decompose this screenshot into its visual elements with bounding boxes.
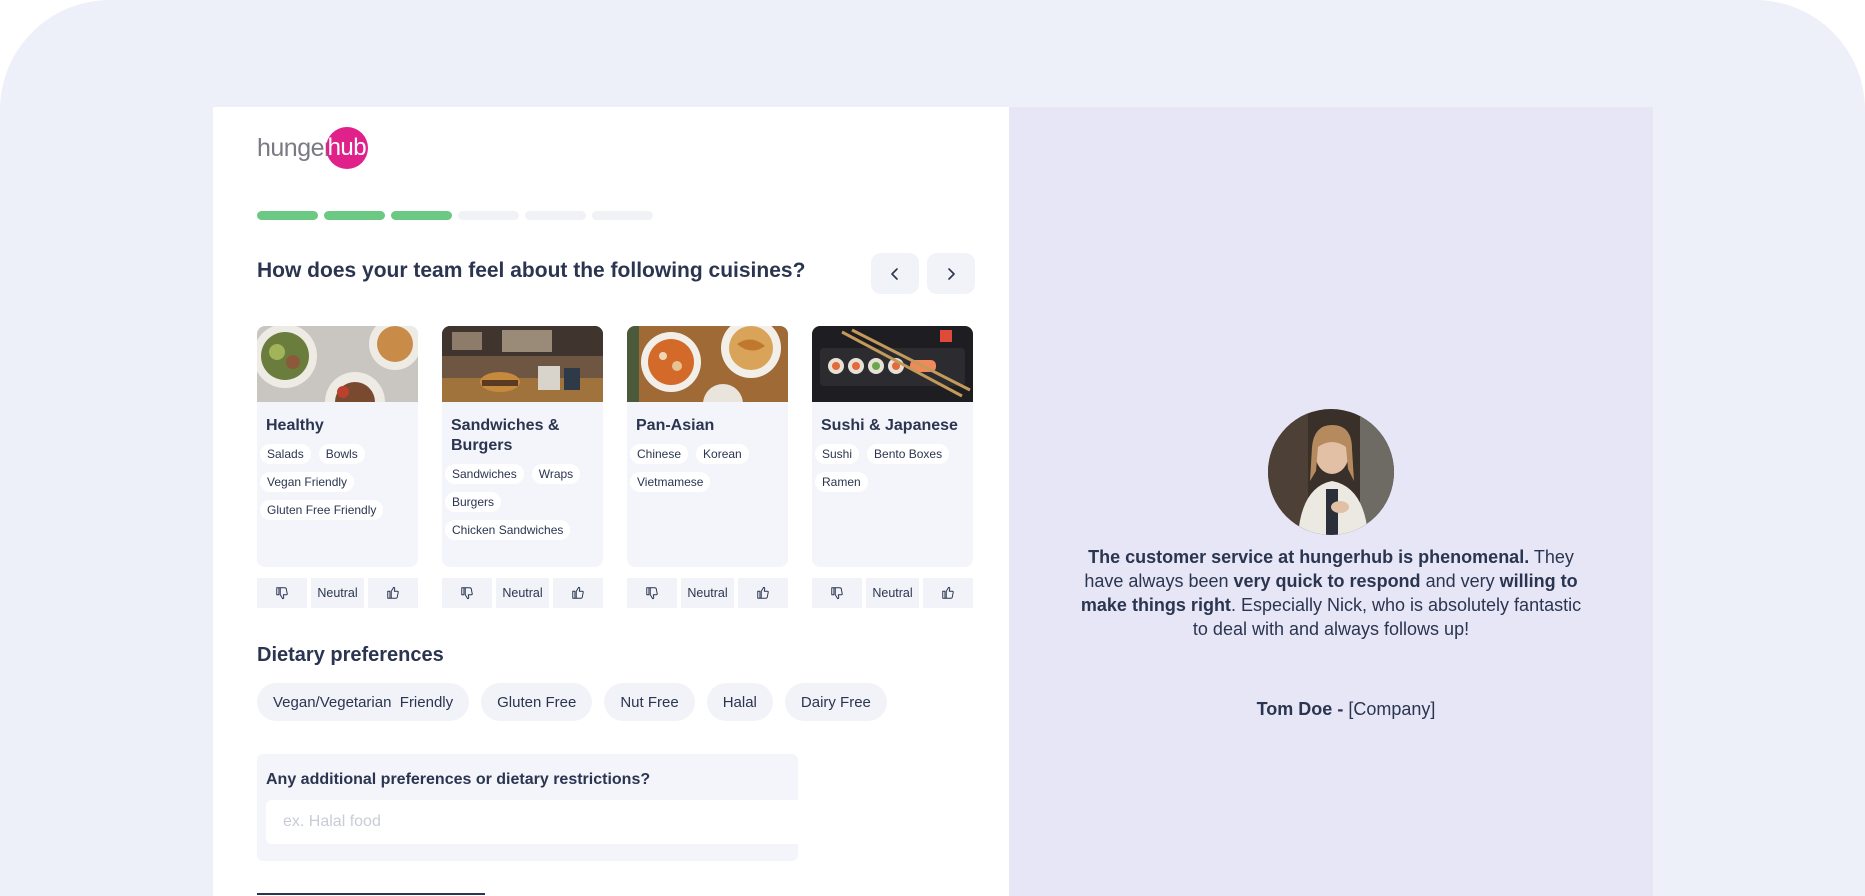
testimonial-author: Tom Doe - [Company] xyxy=(1079,678,1583,741)
dislike-button[interactable] xyxy=(257,578,307,608)
dietary-title: Dietary preferences xyxy=(257,644,444,666)
dietary-option[interactable]: Halal xyxy=(706,683,773,721)
cuisine-card: Pan-Asian Chinese Korean Vietmamese Neutral xyxy=(627,326,788,608)
survey-panel: hunger hub How does your team feel about… xyxy=(213,107,1009,896)
cuisine-card: Sandwiches & Burgers Sandwiches Wraps Burge… xyxy=(442,326,603,608)
cuisine-card: Healthy Salads Bowls Vegan Friendly Gluten F… xyxy=(257,326,418,608)
quote-fragment: The customer service at hungerhub is phe… xyxy=(1088,547,1530,567)
cuisine-tags: Sandwiches Wraps Burgers Chicken Sandwiches xyxy=(442,456,603,540)
neutral-button[interactable]: Neutral xyxy=(681,578,734,608)
progress-bar xyxy=(257,211,653,220)
cuisine-tag: Sushi xyxy=(815,444,860,464)
cuisine-tag: Chinese xyxy=(630,444,689,464)
logo-text: hunger xyxy=(257,133,332,162)
progress-segment xyxy=(458,211,519,220)
rating-row: Neutral xyxy=(257,578,418,608)
progress-segment xyxy=(525,211,586,220)
neutral-button[interactable]: Neutral xyxy=(311,578,364,608)
dislike-button[interactable] xyxy=(442,578,492,608)
next-button[interactable] xyxy=(927,253,975,294)
thumbs-down-icon xyxy=(831,587,843,600)
cuisine-tag: Chicken Sandwiches xyxy=(445,520,571,540)
rating-row: Neutral xyxy=(812,578,973,608)
thumbs-up-icon xyxy=(387,586,399,599)
dietary-option[interactable]: Dairy Free xyxy=(784,683,887,721)
cuisine-image xyxy=(627,326,788,402)
cuisine-tags: Sushi Bento Boxes Ramen xyxy=(812,436,973,492)
cuisine-tag: Bento Boxes xyxy=(867,444,950,464)
thumbs-down-icon xyxy=(646,587,658,600)
cuisine-title: Sushi & Japanese xyxy=(821,417,958,434)
chevron-left-icon xyxy=(891,267,898,280)
cuisine-title: Healthy xyxy=(266,417,324,434)
neutral-button[interactable]: Neutral xyxy=(496,578,549,608)
progress-segment xyxy=(391,211,452,220)
quote-fragment: and very xyxy=(1420,571,1500,591)
quote-fragment: very quick to respond xyxy=(1233,571,1421,591)
progress-segment xyxy=(257,211,318,220)
rating-row: Neutral xyxy=(442,578,603,608)
chevron-right-icon xyxy=(948,267,955,280)
additional-label: Any additional preferences or dietary re… xyxy=(266,771,651,788)
rating-row: Neutral xyxy=(627,578,788,608)
additional-preferences-box: Any additional preferences or dietary re… xyxy=(257,754,811,861)
hungerhub-logo: hunger hub xyxy=(257,126,368,170)
cuisine-tag: Salads xyxy=(260,444,311,464)
thumbs-down-icon xyxy=(276,587,288,600)
cuisine-tags: Salads Bowls Vegan Friendly Gluten Free Fri… xyxy=(257,436,418,520)
cuisine-tag: Wraps xyxy=(531,464,581,484)
dislike-button[interactable] xyxy=(812,578,862,608)
progress-segment xyxy=(324,211,385,220)
neutral-button[interactable]: Neutral xyxy=(866,578,919,608)
thumbs-down-icon xyxy=(461,587,473,600)
cuisine-tag: Sandwiches xyxy=(445,464,524,484)
question-title: How does your team feel about the follow… xyxy=(257,259,806,282)
continue-button-edge[interactable] xyxy=(257,893,485,895)
progress-segment xyxy=(592,211,653,220)
like-button[interactable] xyxy=(923,578,973,608)
like-button[interactable] xyxy=(368,578,418,608)
logo-circle: hub xyxy=(325,127,368,169)
cuisine-image xyxy=(812,326,973,402)
cuisine-tag: Bowls xyxy=(318,444,365,464)
cuisine-tag: Gluten Free Friendly xyxy=(260,500,384,520)
cuisine-card-body: Sandwiches & Burgers Sandwiches Wraps Burge… xyxy=(442,326,603,567)
cuisine-card-body: Sushi & Japanese Sushi Bento Boxes Ramen xyxy=(812,326,973,567)
cuisine-tag: Ramen xyxy=(815,472,868,492)
dietary-option[interactable]: Nut Free xyxy=(604,683,695,721)
author-separator: - xyxy=(1332,699,1349,719)
cuisine-card-body: Pan-Asian Chinese Korean Vietmamese xyxy=(627,326,788,567)
avatar xyxy=(1268,409,1394,535)
cuisine-card-body: Healthy Salads Bowls Vegan Friendly Gluten F… xyxy=(257,326,418,567)
cuisine-image xyxy=(442,326,603,402)
page-frame: hunger hub How does your team feel about… xyxy=(0,0,1865,896)
like-button[interactable] xyxy=(738,578,788,608)
dietary-option[interactable]: Gluten Free xyxy=(481,683,593,721)
cuisine-title: Pan-Asian xyxy=(636,417,715,434)
cuisine-tag: Vegan Friendly xyxy=(260,472,355,492)
cuisine-cards: Healthy Salads Bowls Vegan Friendly Gluten F… xyxy=(257,326,973,608)
author-company: [Company] xyxy=(1348,699,1436,719)
testimonial-panel: The customer service at hungerhub is phe… xyxy=(1009,107,1653,896)
prev-button[interactable] xyxy=(871,253,919,294)
thumbs-up-icon xyxy=(757,586,769,599)
author-name: Tom Doe xyxy=(1256,699,1333,719)
thumbs-up-icon xyxy=(942,586,954,599)
thumbs-up-icon xyxy=(572,586,584,599)
cuisine-tag: Korean xyxy=(696,444,749,464)
dietary-option[interactable]: Vegan/Vegetarian Friendly xyxy=(257,683,470,721)
additional-input[interactable] xyxy=(266,800,811,844)
dislike-button[interactable] xyxy=(627,578,677,608)
dietary-options: Vegan/Vegetarian Friendly Gluten Free Nut … xyxy=(257,683,887,721)
cuisine-tag: Vietmamese xyxy=(630,472,711,492)
cuisine-title: Sandwiches & Burgers xyxy=(451,417,560,454)
quote-fragment: . Especially Nick, who is absolutely fan… xyxy=(1192,595,1582,639)
cuisine-tag: Burgers xyxy=(445,492,502,512)
cuisine-image xyxy=(257,326,418,402)
like-button[interactable] xyxy=(553,578,603,608)
cuisine-card: Sushi & Japanese Sushi Bento Boxes Ramen Neu… xyxy=(812,326,973,608)
testimonial-quote: The customer service at hungerhub is phe… xyxy=(1079,545,1583,641)
cuisine-tags: Chinese Korean Vietmamese xyxy=(627,436,788,492)
